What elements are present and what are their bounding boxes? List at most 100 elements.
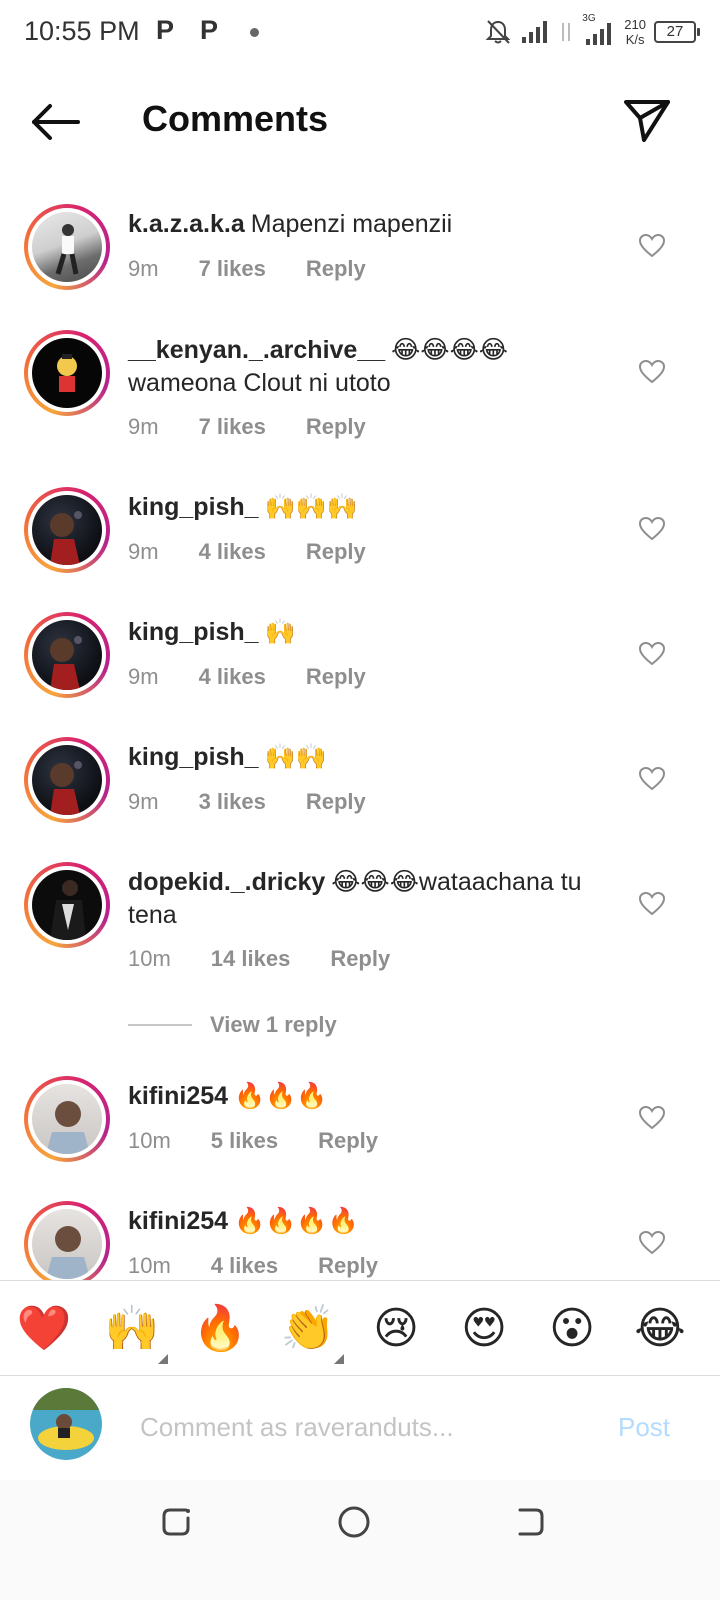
heart-icon[interactable] [638,1104,666,1132]
comment-item: kifini254 🔥🔥🔥🔥 10m 4 likes Reply [0,1201,720,1280]
skin-tone-indicator-icon[interactable] [158,1354,168,1364]
avatar[interactable] [24,204,110,290]
avatar[interactable] [24,1201,110,1280]
reply-button[interactable]: Reply [306,664,366,690]
paper-plane-icon[interactable] [622,94,672,144]
avatar[interactable] [24,862,110,948]
comment-item: king_pish_ 🙌 9m 4 likes Reply [0,612,720,712]
signal-3g: 3G [582,13,616,47]
heart-icon[interactable] [638,232,666,260]
emoji-surprised-face[interactable]: 😮 [542,1301,602,1357]
reply-button[interactable]: Reply [306,414,366,440]
status-time: 10:55 PM [24,16,140,46]
comment-body: 🔥🔥🔥🔥 [234,1207,359,1235]
comment-item: dopekid._.dricky 😂😂😂wataachana tu tena 10… [0,862,720,992]
comment-likes[interactable]: 14 likes [211,946,291,972]
avatar[interactable] [24,737,110,823]
my-avatar [30,1388,102,1460]
emoji-raising-hands[interactable]: 🙌 [102,1301,162,1357]
comment-username[interactable]: kifini254 [128,1082,228,1110]
comment-time: 9m [128,414,159,439]
system-nav-bar [0,1480,720,1600]
comment-likes[interactable]: 5 likes [211,1128,278,1154]
reply-button[interactable]: Reply [306,539,366,565]
comment-likes[interactable]: 4 likes [199,664,266,690]
comment-text: __kenyan._.archive__ 😂😂😂😂 wameona Clout n… [128,334,618,400]
view-replies-button[interactable]: View 1 reply [128,1012,337,1038]
comment-likes[interactable]: 7 likes [199,256,266,282]
comment-username[interactable]: dopekid._.dricky [128,868,325,896]
avatar[interactable] [24,612,110,698]
emoji-red-heart[interactable]: ❤️ [14,1301,74,1357]
comments-list[interactable]: k.a.z.a.k.a Mapenzi mapenzii 9m 7 likes R… [0,176,720,1280]
signal-icon [522,21,548,43]
view-replies-label: View 1 reply [210,1012,337,1037]
comment-time: 10m [128,1253,171,1278]
heart-icon[interactable] [638,890,666,918]
comment-username[interactable]: __kenyan._.archive__ [128,336,385,364]
status-bar: 10:55 PM P P 3G 210 K/s 27 [0,0,720,66]
comment-text: kifini254 🔥🔥🔥🔥 [128,1205,618,1238]
comment-meta: 9m 7 likes Reply [128,414,366,440]
avatar[interactable] [24,330,110,416]
emoji-heart-eyes[interactable]: 😍 [454,1301,514,1357]
reply-button[interactable]: Reply [318,1253,378,1279]
comment-username[interactable]: k.a.z.a.k.a [128,210,245,238]
app-notification-icon: P [156,15,175,45]
comment-time: 9m [128,256,159,281]
heart-icon[interactable] [638,515,666,543]
comment-text: king_pish_ 🙌 [128,616,618,649]
page-title: Comments [142,98,329,139]
recent-apps-icon[interactable] [156,1502,196,1542]
emoji-clapping-hands[interactable]: 👏 [278,1301,338,1357]
comment-likes[interactable]: 4 likes [199,539,266,565]
reply-button[interactable]: Reply [306,256,366,282]
reply-button[interactable]: Reply [330,946,390,972]
comment-time: 9m [128,664,159,689]
comment-composer: Post [0,1376,720,1480]
comment-username[interactable]: king_pish_ [128,493,259,521]
comment-meta: 9m 4 likes Reply [128,664,366,690]
data-transfer-icon [562,23,571,41]
reply-button[interactable]: Reply [318,1128,378,1154]
comment-likes[interactable]: 4 likes [211,1253,278,1279]
skin-tone-indicator-icon[interactable] [334,1354,344,1364]
emoji-fire[interactable]: 🔥 [190,1301,250,1357]
comment-username[interactable]: king_pish_ [128,743,259,771]
back-nav-icon[interactable] [510,1502,550,1542]
heart-icon[interactable] [638,765,666,793]
comment-input[interactable] [140,1406,560,1448]
heart-icon[interactable] [638,1229,666,1257]
arrow-left-icon[interactable] [28,98,84,146]
header: Comments [0,66,720,176]
emoji-crying-face[interactable]: 😢 [366,1301,426,1357]
comment-meta: 9m 7 likes Reply [128,256,366,282]
comment-item: __kenyan._.archive__ 😂😂😂😂 wameona Clout n… [0,330,720,460]
comment-likes[interactable]: 7 likes [199,414,266,440]
divider [128,1024,192,1026]
home-icon[interactable] [334,1502,374,1542]
post-button[interactable]: Post [618,1412,670,1443]
comment-meta: 9m 3 likes Reply [128,789,366,815]
comment-text: dopekid._.dricky 😂😂😂wataachana tu tena [128,866,618,932]
app-notification-icon: P [200,15,219,45]
comment-time: 9m [128,789,159,814]
heart-icon[interactable] [638,358,666,386]
network-speed: 210 K/s [624,17,646,47]
heart-icon[interactable] [638,640,666,668]
comment-likes[interactable]: 3 likes [199,789,266,815]
comment-username[interactable]: king_pish_ [128,618,259,646]
avatar[interactable] [24,1076,110,1162]
comment-meta: 10m 5 likes Reply [128,1128,378,1154]
emoji-tears-of-joy[interactable]: 😂 [630,1301,690,1357]
comment-item: king_pish_ 🙌🙌 9m 3 likes Reply [0,737,720,837]
comment-meta: 9m 4 likes Reply [128,539,366,565]
avatar[interactable] [24,487,110,573]
reply-button[interactable]: Reply [306,789,366,815]
comment-body: 🙌🙌🙌 [264,493,358,521]
comment-text: king_pish_ 🙌🙌🙌 [128,491,618,524]
bell-muted-icon [485,20,511,44]
comment-time: 10m [128,1128,171,1153]
comment-username[interactable]: kifini254 [128,1207,228,1235]
comment-item: king_pish_ 🙌🙌🙌 9m 4 likes Reply [0,487,720,587]
